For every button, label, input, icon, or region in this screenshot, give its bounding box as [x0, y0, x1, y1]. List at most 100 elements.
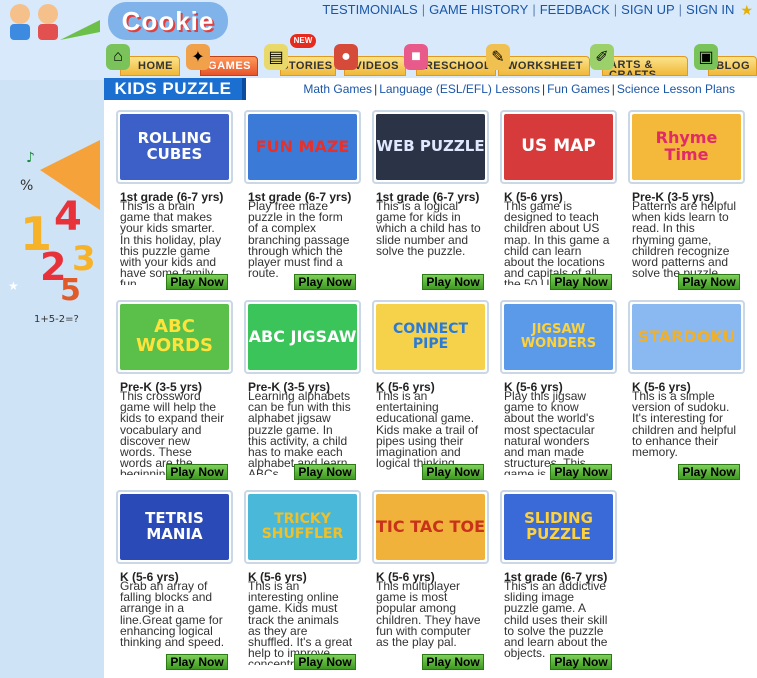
thumb-title: STARDOKU	[632, 304, 741, 370]
category-links: Math Games | Language (ESL/EFL) Lessons | Fu…	[303, 82, 735, 96]
game-thumbnail[interactable]: ABC JIGSAW	[244, 300, 361, 374]
thumb-title: Rhyme Time	[632, 114, 741, 180]
play-now-button[interactable]: Play Now	[550, 654, 612, 670]
game-thumbnail[interactable]: SLIDING PUZZLE	[500, 490, 617, 564]
game-card: FUN MAZE 1st grade (6-7 yrs) Play free m…	[244, 110, 364, 292]
thumb-title: TRICKY SHUFFLER	[248, 494, 357, 560]
camera-icon: ●	[334, 44, 358, 70]
game-description: Grab an array of falling blocks and arra…	[120, 581, 225, 650]
computer-icon: ▣	[694, 44, 718, 70]
nav-stories[interactable]: STORIES	[280, 56, 336, 76]
svg-text:★: ★	[8, 279, 19, 293]
game-description: This is an interesting online game. Kids…	[248, 581, 353, 665]
game-description: Learning alphabets can be fun with this …	[248, 391, 351, 475]
science-lesson-plans-link[interactable]: Science Lesson Plans	[617, 82, 735, 96]
play-now-button[interactable]: Play Now	[678, 464, 740, 480]
feedback-link[interactable]: FEEDBACK	[536, 2, 614, 17]
sign-in-link[interactable]: SIGN IN	[682, 2, 738, 17]
content-panel: KIDS PUZZLE Math Games | Language (ESL/EFL…	[104, 78, 757, 678]
game-card: TRICKY SHUFFLER K (5-6 yrs) This is an i…	[244, 490, 364, 672]
game-thumbnail[interactable]: TETRIS MANIA	[116, 490, 233, 564]
book-icon: ▤	[264, 44, 288, 70]
game-thumbnail[interactable]: US MAP	[500, 110, 617, 184]
play-now-button[interactable]: Play Now	[294, 274, 356, 290]
play-now-button[interactable]: Play Now	[166, 654, 228, 670]
game-thumbnail[interactable]: STARDOKU	[628, 300, 745, 374]
play-now-button[interactable]: Play Now	[422, 274, 484, 290]
game-card: US MAP K (5-6 yrs) This game is designed…	[500, 110, 620, 292]
main-nav: HOME ⌂ GAMES ✦ STORIES ▤ NEW VIDEOS ● PR…	[104, 34, 757, 76]
math-games-link[interactable]: Math Games	[303, 82, 372, 96]
blocks-icon: ■	[404, 44, 428, 70]
nav-preschool[interactable]: PRESCHOOL	[416, 56, 496, 76]
game-history-link[interactable]: GAME HISTORY	[425, 2, 532, 17]
game-card: ABC JIGSAW Pre-K (3-5 yrs) Learning alph…	[244, 300, 364, 482]
thumb-title: JIGSAW WONDERS	[504, 304, 613, 370]
game-card: WEB PUZZLE 1st grade (6-7 yrs) This is a…	[372, 110, 492, 292]
thumb-title: SLIDING PUZZLE	[504, 494, 613, 560]
thumb-title: ROLLING CUBES	[120, 114, 229, 180]
game-card: TIC TAC TOE K (5-6 yrs) This multiplayer…	[372, 490, 492, 672]
game-card: Rhyme Time Pre-K (3-5 yrs) Patterns are …	[628, 110, 748, 292]
sign-up-link[interactable]: SIGN UP	[617, 2, 678, 17]
testimonials-link[interactable]: TESTIMONIALS	[318, 2, 421, 17]
star-icon: ★	[740, 2, 753, 18]
game-card: ROLLING CUBES 1st grade (6-7 yrs) This i…	[116, 110, 236, 292]
thumb-title: TIC TAC TOE	[376, 494, 485, 560]
game-description: This is a logical game for kids in which…	[376, 201, 481, 258]
game-card: CONNECT PIPE K (5-6 yrs) This is an ente…	[372, 300, 492, 482]
game-card: STARDOKU K (5-6 yrs) This is a simple ve…	[628, 300, 748, 482]
crayons-icon: ✐	[590, 44, 614, 70]
game-thumbnail[interactable]: ROLLING CUBES	[116, 110, 233, 184]
svg-text:4: 4	[54, 194, 82, 240]
game-thumbnail[interactable]: TRICKY SHUFFLER	[244, 490, 361, 564]
site-logo[interactable]: Cookie	[108, 2, 228, 40]
game-description: Patterns are helpful when kids learn to …	[632, 201, 737, 281]
game-thumbnail[interactable]: TIC TAC TOE	[372, 490, 489, 564]
play-now-button[interactable]: Play Now	[294, 464, 356, 480]
game-description: Play this jigsaw game to know about the …	[504, 391, 604, 475]
left-decoration: 1 4 2 3 5 1+5-2=? % ♪ ★	[0, 80, 104, 678]
thumb-title: WEB PUZZLE	[376, 114, 485, 180]
kids-mascot-icon	[10, 4, 100, 40]
play-now-button[interactable]: Play Now	[422, 464, 484, 480]
game-description: This is an entertaining educational game…	[376, 391, 479, 471]
game-card: ABC WORDS Pre-K (3-5 yrs) This crossword…	[116, 300, 236, 482]
thumb-title: FUN MAZE	[248, 114, 357, 180]
play-now-button[interactable]: Play Now	[166, 464, 228, 480]
nav-arts-crafts[interactable]: ARTS & CRAFTS	[602, 56, 688, 76]
play-now-button[interactable]: Play Now	[166, 274, 228, 290]
game-thumbnail[interactable]: FUN MAZE	[244, 110, 361, 184]
play-now-button[interactable]: Play Now	[294, 654, 356, 670]
game-thumbnail[interactable]: WEB PUZZLE	[372, 110, 489, 184]
nav-worksheet[interactable]: WORKSHEET	[498, 56, 590, 76]
fun-games-link[interactable]: Fun Games	[547, 82, 610, 96]
play-now-button[interactable]: Play Now	[550, 274, 612, 290]
play-now-button[interactable]: Play Now	[678, 274, 740, 290]
game-card: JIGSAW WONDERS K (5-6 yrs) Play this jig…	[500, 300, 620, 482]
thumb-title: TETRIS MANIA	[120, 494, 229, 560]
new-badge: NEW	[290, 34, 316, 48]
svg-text:1+5-2=?: 1+5-2=?	[34, 314, 79, 325]
game-description: This is a simple version of sudoku. It's…	[632, 391, 737, 460]
thumb-title: CONNECT PIPE	[376, 304, 485, 370]
game-card: SLIDING PUZZLE 1st grade (6-7 yrs) This …	[500, 490, 620, 672]
game-description: This is a brain game that makes your kid…	[120, 201, 222, 285]
game-card: TETRIS MANIA K (5-6 yrs) Grab an array o…	[116, 490, 236, 672]
separator: |	[611, 82, 615, 96]
thumb-title: ABC WORDS	[120, 304, 229, 370]
top-links: TESTIMONIALS | GAME HISTORY | FEEDBACK |…	[318, 2, 753, 18]
section-title: KIDS PUZZLE	[104, 78, 246, 100]
play-now-button[interactable]: Play Now	[550, 464, 612, 480]
joystick-icon: ✦	[186, 44, 210, 70]
game-thumbnail[interactable]: JIGSAW WONDERS	[500, 300, 617, 374]
svg-text:5: 5	[60, 273, 81, 308]
game-description: This is an addictive sliding image puzzl…	[504, 581, 608, 661]
play-now-button[interactable]: Play Now	[422, 654, 484, 670]
game-thumbnail[interactable]: CONNECT PIPE	[372, 300, 489, 374]
game-description: This crossword game will help the kids t…	[120, 391, 225, 475]
game-thumbnail[interactable]: ABC WORDS	[116, 300, 233, 374]
game-thumbnail[interactable]: Rhyme Time	[628, 110, 745, 184]
pencil-icon: ✎	[486, 44, 510, 70]
language-lessons-link[interactable]: Language (ESL/EFL) Lessons	[379, 82, 540, 96]
